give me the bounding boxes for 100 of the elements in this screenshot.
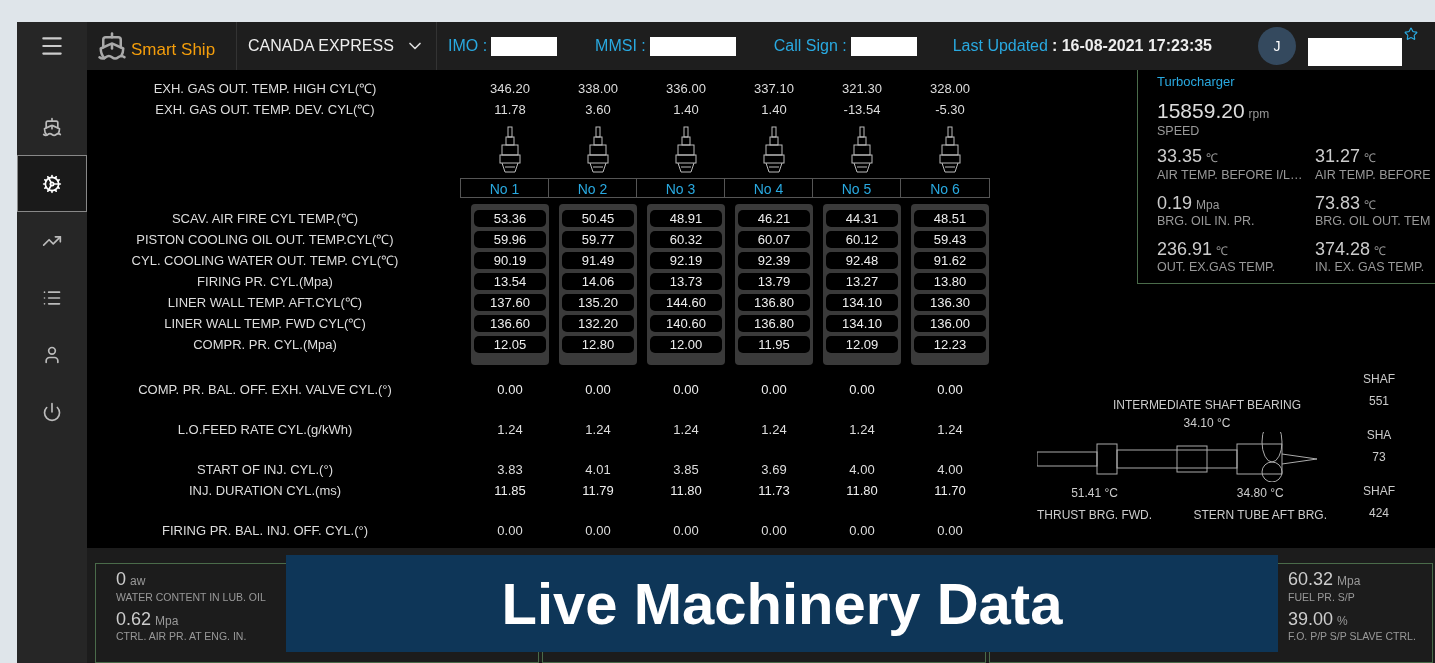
cylinder-value: 321.30 <box>841 79 883 98</box>
cylinder-value: 1.40 <box>760 100 788 119</box>
row-label: SCAV. AIR FIRE CYL TEMP.(℃) <box>170 209 360 228</box>
row-label: EXH. GAS OUT. TEMP. DEV. CYL(℃) <box>154 100 376 119</box>
cylinder-value: 50.45 <box>562 210 634 227</box>
cylinder-value: 60.07 <box>738 231 810 248</box>
cylinder-value: 136.80 <box>738 315 810 332</box>
cylinder-value: 0.00 <box>497 521 523 540</box>
metric-unit: ℃ <box>1216 242 1229 260</box>
cylinder-value: 3.85 <box>673 460 699 479</box>
shaft-label: STERN TUBE AFT BRG. <box>1193 507 1327 524</box>
power-icon <box>42 401 62 422</box>
redacted-block <box>491 36 558 56</box>
last-updated-value: : 16-08-2021 17:23:35 <box>1051 36 1212 56</box>
cylinder-value: 0.00 <box>585 521 611 540</box>
metric-value: 15859.20 <box>1157 97 1245 124</box>
cylinder-value: 134.10 <box>826 294 898 311</box>
shaft-reading-value: 424 <box>1369 505 1389 522</box>
cylinder-value: 48.91 <box>650 210 722 227</box>
ship-icon <box>42 116 62 137</box>
row-label: FIRING PR. BAL. INJ. OFF. CYL.(°) <box>161 521 369 540</box>
cylinder-value: 53.36 <box>474 210 546 227</box>
cylinder-value: 59.77 <box>562 231 634 248</box>
cylinder-value: -5.30 <box>934 100 966 119</box>
metric-unit: ℃ <box>1374 242 1387 260</box>
injector-icon <box>937 126 963 176</box>
cylinder-header: No 5 <box>813 179 901 197</box>
metric-unit: aw <box>130 573 146 590</box>
cylinder-value: 11.78 <box>493 100 527 119</box>
cylinder-value: 44.31 <box>826 210 898 227</box>
metric-label: BRG. OIL OUT. TEM <box>1315 214 1432 230</box>
metric-unit: rpm <box>1248 105 1270 123</box>
row-label: FIRING PR. CYL.(Mpa) <box>196 272 334 291</box>
cylinder-value: 4.00 <box>937 460 963 479</box>
cylinder-value: 0.00 <box>937 521 963 540</box>
row-label: COMP. PR. BAL. OFF. EXH. VALVE CYL.(°) <box>137 380 393 399</box>
field-label: MMSI : <box>595 36 646 56</box>
cylinder-value: 336.00 <box>665 79 707 98</box>
cylinder-value: 91.62 <box>914 252 986 269</box>
cylinder-value: 134.10 <box>826 315 898 332</box>
cylinder-value: 1.40 <box>672 100 700 119</box>
row-label: LINER WALL TEMP. AFT.CYL(℃) <box>166 293 364 312</box>
injector-icon <box>585 126 611 176</box>
cylinder-value: 91.49 <box>562 252 634 269</box>
shaft-reading-label: SHAF <box>1363 483 1395 500</box>
cylinder-value: 136.60 <box>474 315 546 332</box>
cylinder-value: 11.95 <box>738 336 810 353</box>
cylinder-value: 0.00 <box>761 521 787 540</box>
metric-value: 60.32 <box>1288 568 1334 591</box>
metric-label: CTRL. AIR PR. AT ENG. IN. <box>116 630 248 644</box>
cylinder-value: 135.20 <box>562 294 634 311</box>
cylinder-value: 1.24 <box>849 420 875 439</box>
shaft-reading-label: SHA <box>1366 427 1392 444</box>
metric-unit: Mpa <box>1337 573 1361 590</box>
cylinder-value: 1.24 <box>585 420 611 439</box>
sidebar-item[interactable] <box>17 155 87 212</box>
cylinder-value: 1.24 <box>673 420 699 439</box>
metric-label: WATER CONTENT IN LUB. OIL <box>116 590 267 604</box>
cylinder-value: 4.01 <box>585 460 611 479</box>
cylinder-header: No 2 <box>549 179 637 197</box>
cylinder-value: 144.60 <box>650 294 722 311</box>
cylinder-value: 4.00 <box>849 460 875 479</box>
menu-button[interactable] <box>17 22 87 70</box>
shaft-label: INTERMEDIATE SHAFT BEARING <box>1111 397 1303 414</box>
user-icon <box>42 344 62 365</box>
field-label: Call Sign : <box>773 36 847 56</box>
redacted-block <box>850 36 917 56</box>
row-label: START OF INJ. CYL.(°) <box>196 460 334 479</box>
metric-value: 39.00 <box>1288 607 1334 631</box>
shaft-label: THRUST BRG. FWD. <box>1037 507 1153 524</box>
metric-unit: ℃ <box>1206 150 1219 168</box>
metric-value: 33.35 <box>1157 145 1203 168</box>
cylinder-value: -13.54 <box>842 100 882 119</box>
cylinder-header: No 1 <box>461 179 549 197</box>
cylinder-value: 13.80 <box>914 273 986 290</box>
cylinder-value: 13.54 <box>474 273 546 290</box>
cylinder-value: 59.43 <box>914 231 986 248</box>
cylinder-value: 1.24 <box>761 420 787 439</box>
metric-value: 73.83 <box>1315 191 1361 214</box>
metric-label: IN. EX. GAS TEMP. <box>1315 260 1426 276</box>
vessel-dropdown[interactable]: CANADA EXPRESS <box>237 22 437 70</box>
cylinder-value: 13.73 <box>650 273 722 290</box>
row-label: EXH. GAS OUT. TEMP. HIGH CYL(℃) <box>152 79 378 98</box>
cylinder-value: 0.00 <box>849 521 875 540</box>
cylinder-value: 140.60 <box>650 315 722 332</box>
cylinder-header: No 6 <box>929 180 961 197</box>
logo-text: Smart Ship <box>131 39 216 62</box>
injector-icon <box>761 126 787 176</box>
caption-text: Live Machinery Data <box>501 570 1063 638</box>
cylinder-value: 90.19 <box>474 252 546 269</box>
cylinder-value: 346.20 <box>489 79 531 98</box>
row-label: COMPR. PR. CYL.(Mpa) <box>192 335 338 354</box>
metric-value: 374.28 <box>1315 237 1371 261</box>
row-label: CYL. COOLING WATER OUT. TEMP. CYL(℃) <box>130 251 400 270</box>
cylinder-value: 59.96 <box>474 231 546 248</box>
user-avatar[interactable]: J <box>1258 27 1296 65</box>
metric-label: AIR TEMP. BEFORE <box>1315 167 1432 184</box>
cylinder-value: 137.60 <box>474 294 546 311</box>
metric-label: OUT. EX.GAS TEMP. <box>1157 260 1277 276</box>
metric-unit: % <box>1337 612 1348 630</box>
